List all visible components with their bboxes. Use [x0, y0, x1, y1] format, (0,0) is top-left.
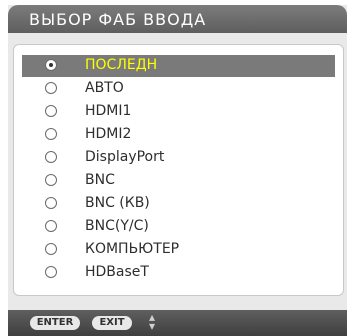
option-displayport[interactable]: DisplayPort — [22, 147, 335, 169]
option-bnc-cv[interactable]: BNC (КВ) — [22, 193, 335, 215]
radio-icon — [45, 197, 57, 209]
option-label: DisplayPort — [85, 149, 165, 165]
radio-icon — [45, 174, 57, 186]
option-label: HDMI2 — [85, 126, 132, 142]
radio-icon — [45, 105, 57, 117]
radio-icon — [45, 151, 57, 163]
option-bnc-yc[interactable]: BNC(Y/C) — [22, 216, 335, 238]
footer-bar: ENTER EXIT ▴ ▾ — [8, 310, 347, 336]
option-computer[interactable]: КОМПЬЮТЕР — [22, 239, 335, 261]
option-label: ПОСЛЕДН — [85, 57, 158, 73]
radio-selected-icon — [45, 59, 57, 71]
option-label: HDBaseT — [85, 264, 149, 280]
title-bar: ВЫБОР ФАБ ВВОДА — [8, 5, 347, 33]
option-label: HDMI1 — [85, 103, 132, 119]
dialog-title: ВЫБОР ФАБ ВВОДА — [29, 10, 207, 29]
option-hdmi2[interactable]: HDMI2 — [22, 124, 335, 146]
option-auto[interactable]: АВТО — [22, 78, 335, 100]
option-hdbaset[interactable]: HDBaseT — [22, 262, 335, 284]
option-label: BNC(Y/C) — [85, 218, 149, 234]
radio-icon — [45, 82, 57, 94]
enter-button[interactable]: ENTER — [30, 316, 80, 330]
radio-icon — [45, 243, 57, 255]
option-label: BNC — [85, 172, 115, 188]
up-down-arrows-icon: ▴ ▾ — [148, 310, 156, 333]
radio-icon — [45, 128, 57, 140]
option-label: BNC (КВ) — [85, 195, 150, 211]
radio-icon — [45, 266, 57, 278]
radio-icon — [45, 220, 57, 232]
exit-button[interactable]: EXIT — [92, 316, 132, 330]
option-label: КОМПЬЮТЕР — [85, 241, 180, 257]
option-last[interactable]: ПОСЛЕДН — [22, 55, 335, 77]
option-label: АВТО — [85, 80, 124, 96]
input-select-dialog: ВЫБОР ФАБ ВВОДА ПОСЛЕДН АВТО HDMI1 HDMI2… — [8, 5, 347, 336]
option-bnc[interactable]: BNC — [22, 170, 335, 192]
option-hdmi1[interactable]: HDMI1 — [22, 101, 335, 123]
options-list: ПОСЛЕДН АВТО HDMI1 HDMI2 DisplayPort BNC… — [13, 44, 344, 296]
